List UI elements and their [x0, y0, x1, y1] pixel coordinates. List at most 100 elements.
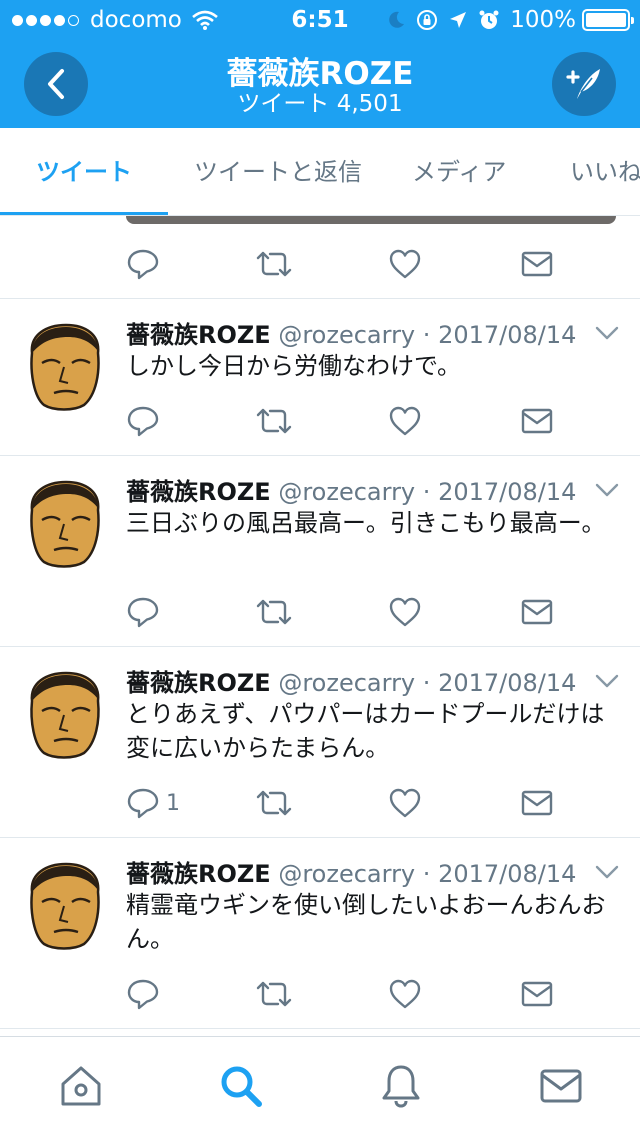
- direct-message-button[interactable]: [520, 242, 554, 286]
- tweet-author-handle[interactable]: @rozecarry: [278, 669, 415, 697]
- direct-message-button[interactable]: [520, 781, 554, 825]
- reply-button[interactable]: 1: [126, 781, 180, 825]
- envelope-icon: [521, 599, 553, 625]
- envelope-icon: [521, 251, 553, 277]
- rotation-lock-icon: [417, 10, 438, 30]
- tweet-actions: [126, 972, 556, 1016]
- envelope-icon: [521, 408, 553, 434]
- direct-message-button[interactable]: [520, 399, 554, 443]
- reply-button[interactable]: [126, 590, 166, 634]
- tweet-text: 三日ぶりの風呂最高ー。引きこもり最高ー。: [126, 509, 606, 537]
- notifications-tab[interactable]: [376, 1061, 426, 1111]
- tweet-author-handle[interactable]: @rozecarry: [278, 321, 415, 349]
- heart-icon: [389, 979, 421, 1009]
- battery-icon: [582, 9, 634, 31]
- tweet-meta-separator: ·: [422, 478, 431, 506]
- tweet-author-name[interactable]: 薔薇族ROZE: [126, 860, 271, 888]
- chevron-down-icon[interactable]: [594, 864, 620, 880]
- tab-likes[interactable]: いいね: [570, 128, 640, 215]
- reply-button[interactable]: [126, 972, 166, 1016]
- tweet-author-name[interactable]: 薔薇族ROZE: [126, 321, 271, 349]
- messages-tab[interactable]: [536, 1061, 586, 1111]
- tweet-text: 精霊竜ウギンを使い倒したいよおーんおんおん。: [126, 891, 606, 953]
- tweet-actions: [126, 590, 556, 634]
- retweet-button[interactable]: [254, 781, 294, 825]
- chevron-down-icon[interactable]: [594, 673, 620, 689]
- like-button[interactable]: [388, 590, 422, 634]
- tab-media[interactable]: メディア: [412, 128, 506, 215]
- bottom-tab-bar: [0, 1036, 640, 1136]
- tweet-meta-separator: ·: [422, 321, 431, 349]
- retweet-button[interactable]: [254, 399, 294, 443]
- avatar[interactable]: [24, 480, 106, 568]
- envelope-icon: [521, 790, 553, 816]
- profile-tabs: ツイート ツイートと返信 メディア いいね: [0, 128, 640, 216]
- alarm-clock-icon: [479, 10, 499, 29]
- retweet-icon: [256, 981, 292, 1007]
- tweet-divider: [0, 1028, 640, 1029]
- tweet-author-name[interactable]: 薔薇族ROZE: [126, 478, 271, 506]
- reply-button[interactable]: [126, 399, 166, 443]
- envelope-icon: [521, 981, 553, 1007]
- tweet-meta-separator: ·: [422, 860, 431, 888]
- heart-icon: [389, 249, 421, 279]
- heart-icon: [389, 788, 421, 818]
- compose-tweet-icon: [566, 69, 600, 99]
- heart-icon: [389, 406, 421, 436]
- retweet-icon: [256, 408, 292, 434]
- messages-envelope-icon: [540, 1069, 582, 1103]
- reply-count: 1: [166, 790, 180, 816]
- tweet-item[interactable]: 薔薇族ROZE @rozecarry · 2017/08/14 三日ぶりの風呂最…: [0, 456, 640, 646]
- profile-header: docomo 6:51 100% 薔薇族ROZE ツイート 4,501: [0, 0, 640, 128]
- like-button[interactable]: [388, 399, 422, 443]
- chevron-down-icon[interactable]: [594, 325, 620, 341]
- reply-button[interactable]: [126, 242, 160, 286]
- compose-tweet-button[interactable]: [552, 52, 616, 116]
- tweet-text: とりあえず、パウパーはカードプールだけは変に広いからたまらん。: [126, 700, 605, 762]
- retweet-icon: [256, 251, 292, 277]
- direct-message-button[interactable]: [520, 590, 554, 634]
- tweet-media-image[interactable]: [126, 216, 616, 224]
- tweet-date[interactable]: 2017/08/14: [438, 860, 576, 888]
- tweet-author-name[interactable]: 薔薇族ROZE: [126, 669, 271, 697]
- home-icon: [61, 1066, 101, 1106]
- avatar[interactable]: [24, 323, 106, 411]
- tweet-actions: 1: [126, 781, 556, 825]
- tab-tweets[interactable]: ツイート: [36, 128, 132, 215]
- reply-icon: [127, 979, 159, 1010]
- direct-message-button[interactable]: [520, 972, 554, 1016]
- tweet-date[interactable]: 2017/08/14: [438, 478, 576, 506]
- home-tab[interactable]: [56, 1061, 106, 1111]
- reply-icon: [127, 406, 159, 437]
- tweet-item[interactable]: 薔薇族ROZE @rozecarry · 2017/08/14 とりあえず、パウ…: [0, 647, 640, 837]
- status-bar: docomo 6:51 100%: [0, 0, 640, 40]
- tweet-author-handle[interactable]: @rozecarry: [278, 478, 415, 506]
- battery-percentage: 100%: [510, 7, 576, 33]
- tweet-actions: [126, 399, 556, 443]
- retweet-button[interactable]: [254, 590, 294, 634]
- notifications-bell-icon: [382, 1065, 420, 1108]
- reply-icon: [127, 597, 159, 628]
- like-button[interactable]: [388, 972, 422, 1016]
- tweet-text: しかし今日から労働なわけで。: [126, 352, 462, 380]
- tweet-author-handle[interactable]: @rozecarry: [278, 860, 415, 888]
- tweet-date[interactable]: 2017/08/14: [438, 321, 576, 349]
- retweet-icon: [256, 790, 292, 816]
- tab-tweets-and-replies[interactable]: ツイートと返信: [194, 128, 362, 215]
- avatar[interactable]: [24, 862, 106, 950]
- tweet-item[interactable]: 薔薇族ROZE @rozecarry · 2017/08/14 精霊竜ウギンを使…: [0, 838, 640, 1028]
- tweet-count: ツイート 4,501: [237, 91, 403, 117]
- search-tab[interactable]: [216, 1061, 266, 1111]
- retweet-button[interactable]: [254, 242, 294, 286]
- chevron-down-icon[interactable]: [594, 482, 620, 498]
- tweet-actions: [126, 242, 556, 286]
- tweet-timeline[interactable]: 薔薇族ROZE @rozecarry · 2017/08/14 しかし今日から労…: [0, 216, 640, 1036]
- like-button[interactable]: [388, 781, 422, 825]
- tweet-date[interactable]: 2017/08/14: [438, 669, 576, 697]
- retweet-button[interactable]: [254, 972, 294, 1016]
- retweet-icon: [256, 599, 292, 625]
- do-not-disturb-moon-icon: [389, 11, 405, 28]
- tweet-item[interactable]: 薔薇族ROZE @rozecarry · 2017/08/14 しかし今日から労…: [0, 299, 640, 455]
- like-button[interactable]: [388, 242, 422, 286]
- avatar[interactable]: [24, 671, 106, 759]
